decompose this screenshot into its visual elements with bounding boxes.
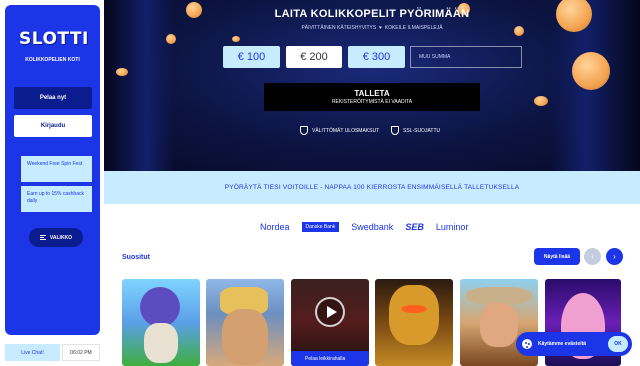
promo-strip[interactable]: PYÖRÄYTÄ TIESI VOITOILLE - NAPPAA 100 KI… (104, 171, 640, 204)
cookie-ok-button[interactable]: OK (608, 336, 628, 352)
page: SLOTTI KOLIKKOPELIEN KOTI Pelaa nyt Kirj… (0, 0, 640, 366)
shield-icon (300, 126, 308, 135)
coin-decoration (116, 68, 128, 76)
coin-decoration (232, 36, 240, 42)
promo-card-cashback[interactable]: Earn up to 15% cashback daily (21, 186, 92, 212)
coin-decoration (534, 96, 548, 106)
bank-logo-danske: Danske Bank (301, 222, 340, 232)
game-art (144, 323, 178, 363)
menu-label: VALIKKO (49, 234, 73, 241)
coin-decoration (166, 34, 176, 44)
game-tile[interactable] (206, 279, 284, 366)
live-chat-button[interactable]: Live Chat! (5, 344, 60, 361)
play-icon[interactable] (315, 297, 345, 327)
bank-logo-luminor: Luminor (435, 222, 469, 232)
slotti-logo[interactable]: SLOTTI (19, 29, 89, 49)
hero-banner: LAITA KOLIKKOPELIT PYÖRIMÄÄN PÄIVITTÄINE… (104, 0, 640, 171)
section-title-popular: Suositut (122, 254, 150, 261)
clock: 06:02 PM (62, 344, 100, 361)
deposit-sublabel: REKISTERÖITYMISTÄ EI VAADITA (331, 99, 413, 105)
instant-payouts-badge: VÄLITTÖMÄT ULOSMAKSUT (300, 126, 379, 135)
game-tile[interactable] (375, 279, 453, 366)
amount-option-200[interactable]: € 200 (286, 46, 342, 68)
chevron-right-icon[interactable]: › (606, 248, 623, 265)
hamburger-icon (39, 235, 46, 240)
demo-play-label[interactable]: Pelaa leikkirahalla (291, 351, 369, 366)
hero-subtitle: PÄIVITTÄINEN KÄTEISHYVITYS ♥ KOKEILE ILM… (104, 25, 640, 31)
bank-logo-seb: SEB (405, 222, 424, 232)
custom-amount-input[interactable]: MUU SUMMA (410, 46, 522, 68)
cookie-banner: Käytämme evästeitä OK (516, 332, 632, 356)
game-art (389, 285, 439, 345)
promo-card-freespin[interactable]: Weekend Free Spin Fest (21, 156, 92, 182)
logo-tagline: KOLIKKOPELIEN KOTI (25, 57, 80, 63)
amount-option-300[interactable]: € 300 (348, 46, 405, 68)
shield-icon (391, 126, 399, 135)
badge-label: SSL-SUOJATTU (403, 127, 441, 134)
hero-subtitle-right: KOKEILE ILMAISPELEJÄ (384, 25, 443, 31)
cookie-icon (522, 339, 532, 349)
bank-logo-swedbank: Swedbank (351, 222, 394, 232)
coin-decoration (572, 52, 610, 90)
hero-subtitle-left: PÄIVITTÄINEN KÄTEISHYVITYS (301, 25, 377, 31)
hero-title: LAITA KOLIKKOPELIT PYÖRIMÄÄN (274, 8, 470, 20)
deposit-button[interactable]: TALLETA REKISTERÖITYMISTÄ EI VAADITA (264, 83, 480, 111)
game-art (480, 303, 518, 347)
game-art (222, 309, 268, 365)
menu-button[interactable]: VALIKKO (29, 228, 83, 247)
deposit-label: TALLETA (354, 89, 390, 98)
game-tile[interactable] (122, 279, 200, 366)
sidebar: SLOTTI KOLIKKOPELIEN KOTI Pelaa nyt Kirj… (5, 5, 100, 335)
amount-option-100[interactable]: € 100 (223, 46, 280, 68)
cookie-text: Käytämme evästeitä (538, 341, 587, 347)
badge-label: VÄLITTÖMÄT ULOSMAKSUT (312, 127, 380, 134)
play-now-button[interactable]: Pelaa nyt (14, 87, 92, 109)
bank-logos: Nordea Danske Bank Swedbank SEB Luminor (260, 221, 480, 233)
chevron-left-icon[interactable]: ‹ (584, 248, 601, 265)
show-more-button[interactable]: Näytä lisää (534, 248, 580, 265)
login-button[interactable]: Kirjaudu (14, 115, 92, 137)
heart-icon: ♥ (377, 25, 384, 31)
bank-logo-nordea: Nordea (260, 222, 290, 232)
game-art (401, 305, 427, 313)
game-tile[interactable]: Pelaa leikkirahalla (291, 279, 369, 366)
game-art (140, 287, 180, 327)
ssl-badge: SSL-SUOJATTU (391, 126, 440, 135)
